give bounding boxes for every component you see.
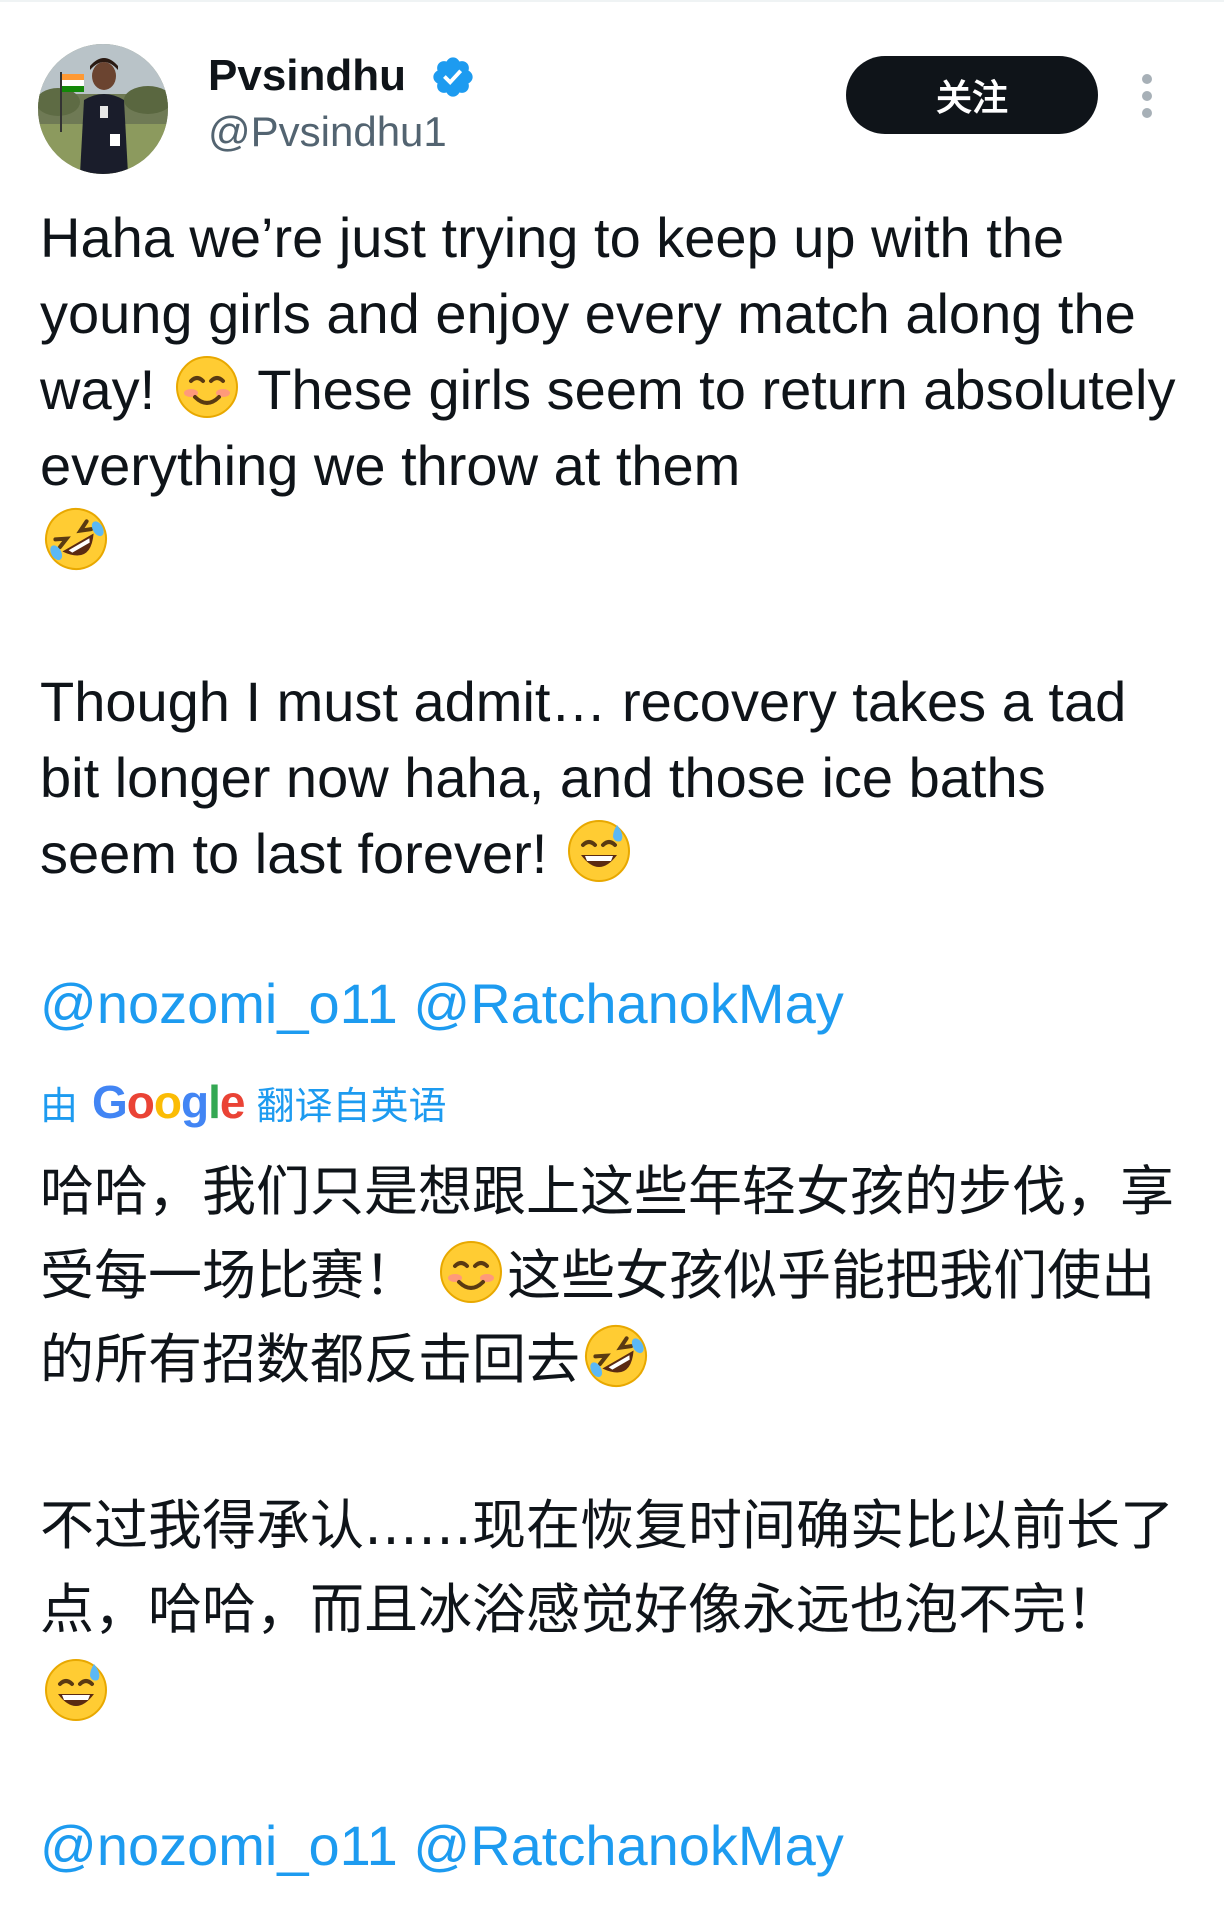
translated-text-paragraph-1: 哈哈，我们只是想跟上这些年轻女孩的步伐，享受每一场比赛！ 这些女孩似乎能把我们使… — [40, 1150, 1190, 1402]
smiling-face-icon — [439, 1240, 503, 1304]
top-divider — [0, 0, 1224, 2]
google-logo: Google — [92, 1076, 245, 1128]
mention-link[interactable]: @RatchanokMay — [413, 1814, 843, 1877]
more-vertical-icon[interactable] — [1136, 72, 1160, 120]
translation-suffix: 翻译自英语 — [256, 1083, 447, 1128]
translated-text-paragraph-2: 不过我得承认……现在恢复时间确实比以前长了点，哈哈，而且冰浴感觉好像永远也泡不完… — [40, 1484, 1190, 1736]
mentions-row: @nozomi_o11 @RatchanokMay — [40, 1808, 844, 1884]
smiling-face-icon — [175, 355, 239, 419]
display-name[interactable]: Pvsindhu — [208, 48, 406, 104]
translation-prefix: 由 — [40, 1083, 79, 1128]
rolling-on-floor-laughing-icon — [44, 507, 108, 571]
verified-badge-icon — [433, 57, 473, 97]
translated-text-segment: 不过我得承认……现在恢复时间确实比以前长了点，哈哈，而且冰浴感觉好像永远也泡不完… — [40, 1494, 1174, 1641]
translation-attribution[interactable]: 由 Google 翻译自英语 — [40, 1074, 447, 1130]
tweet-text-paragraph-1: Haha we’re just trying to keep up with t… — [40, 200, 1190, 580]
user-handle[interactable]: @Pvsindhu1 — [208, 104, 447, 160]
mention-link[interactable]: @RatchanokMay — [413, 972, 843, 1035]
rolling-on-floor-laughing-icon — [584, 1324, 648, 1388]
mention-link[interactable]: @nozomi_o11 — [40, 972, 398, 1035]
grinning-sweat-icon — [567, 819, 631, 883]
grinning-sweat-icon — [44, 1658, 108, 1722]
follow-button[interactable]: 关注 — [846, 56, 1098, 134]
avatar[interactable] — [38, 44, 168, 174]
profile-photo — [38, 44, 168, 174]
tweet-text-paragraph-2: Though I must admit… recovery takes a ta… — [40, 664, 1190, 892]
mentions-row: @nozomi_o11 @RatchanokMay — [40, 966, 844, 1042]
mention-link[interactable]: @nozomi_o11 — [40, 1814, 398, 1877]
